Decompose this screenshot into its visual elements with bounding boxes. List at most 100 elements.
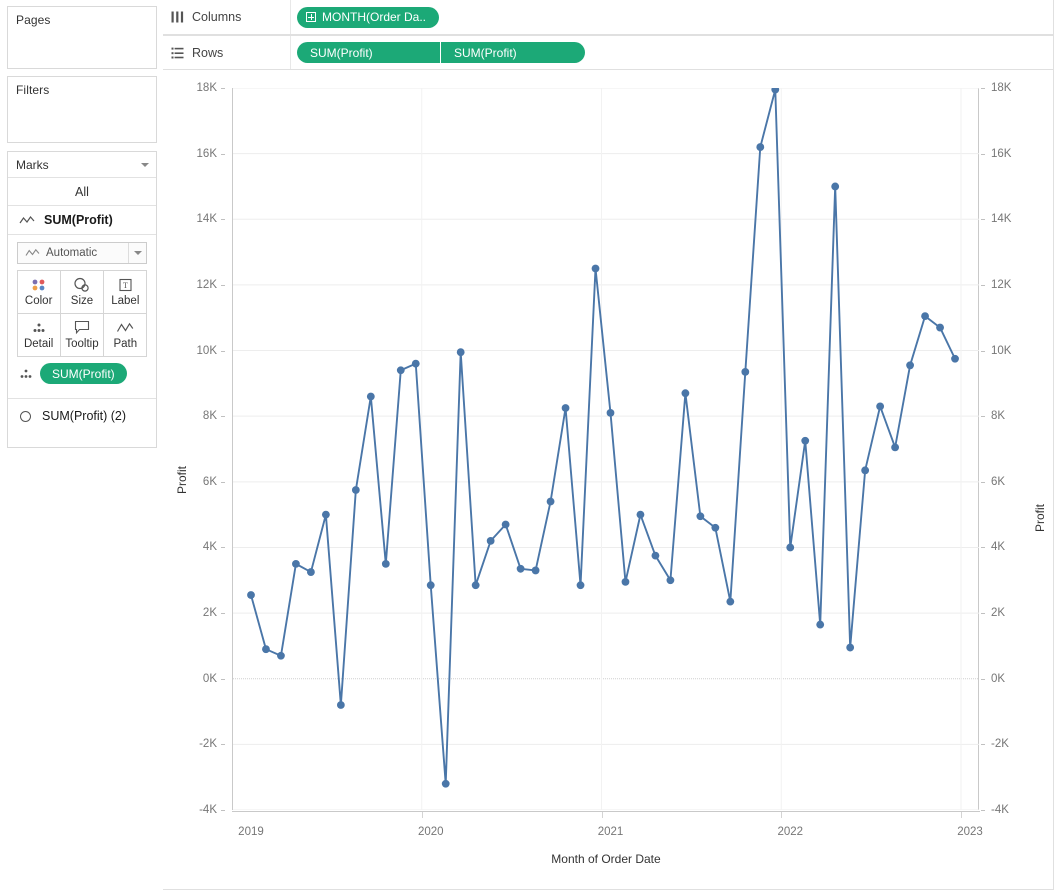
chevron-down-icon[interactable] (141, 162, 149, 167)
data-point (606, 409, 615, 417)
x-axis[interactable]: 2019 2020 2021 2022 2023 (232, 811, 983, 851)
columns-icon (171, 11, 184, 23)
data-point (651, 551, 660, 560)
chart-canvas[interactable]: 18K 16K 14K 12K 10K 8K 6K 4K 2K 0K -2K -4K Profit 1… (163, 70, 1054, 890)
rows-shelf[interactable]: Rows SUM(Profit) SUM(Profit) (163, 35, 1054, 70)
y-axis-tick-label: 10K (196, 344, 217, 357)
y-axis-left[interactable]: 18K 16K 14K 12K 10K 8K 6K 4K 2K 0K -2K -4K (163, 82, 225, 816)
marks-detail-pill[interactable]: SUM(Profit) (40, 363, 127, 384)
y-axis-tick-label: 16K (196, 147, 217, 160)
columns-shelf-content[interactable]: MONTH(Order Da.. (291, 6, 440, 28)
y-axis-tick-mark (221, 678, 225, 680)
y-axis-tick-mark (981, 416, 985, 418)
rows-shelf-content[interactable]: SUM(Profit) SUM(Profit) (291, 42, 585, 63)
rows-shelf-label: Rows (163, 36, 291, 69)
y-axis-tick-label: 4K (202, 541, 217, 554)
chevron-down-icon[interactable] (128, 243, 146, 263)
data-point (531, 566, 540, 575)
marks-card-all[interactable]: All (8, 177, 156, 205)
columns-shelf-label: Columns (163, 0, 291, 34)
x-axis-tick-mark (601, 812, 603, 818)
data-point (921, 312, 929, 320)
detail-pill-row: SUM(Profit) (17, 363, 147, 384)
circle-icon (20, 410, 31, 422)
rows-pill-pair: SUM(Profit) SUM(Profit) (297, 42, 585, 63)
size-icon (73, 276, 91, 293)
y-axis-tick-label: 2K (202, 607, 217, 620)
y-axis-tick-mark (221, 350, 225, 352)
data-point (711, 523, 720, 532)
x-axis-tick-mark (781, 812, 783, 818)
marks-card-sum-profit-2[interactable]: SUM(Profit) (2) (8, 398, 156, 433)
marks-card: Marks All SUM(Profit) Automatic Color Si… (7, 151, 157, 448)
columns-label-text: Columns (192, 10, 242, 24)
expand-plus-icon[interactable] (306, 12, 316, 22)
data-point (801, 436, 810, 445)
data-point (726, 597, 735, 606)
color-button-label: Color (24, 295, 53, 307)
y-axis-tick-label: 14K (991, 213, 1012, 226)
detail-button[interactable]: Detail (16, 312, 61, 357)
data-point (456, 348, 465, 357)
label-button[interactable]: T Label (103, 269, 148, 314)
pages-card[interactable]: Pages (7, 6, 157, 69)
y-axis-tick-mark (221, 284, 225, 286)
y-axis-tick-label: 14K (196, 213, 217, 226)
data-point (336, 701, 345, 709)
data-point (351, 486, 360, 494)
y-axis-tick-mark (981, 613, 985, 615)
y-axis-tick-mark (981, 481, 985, 483)
y-axis-tick-label: 2K (991, 607, 1006, 620)
pages-title: Pages (16, 13, 51, 27)
pill-month-order-date[interactable]: MONTH(Order Da.. (297, 6, 440, 28)
line-chart-svg (233, 88, 979, 810)
y-axis-left-title: Profit (175, 465, 190, 494)
data-point (666, 576, 675, 585)
data-point (426, 581, 435, 590)
x-axis-tick-label: 2023 (957, 826, 983, 838)
marks-second-label: SUM(Profit) (2) (42, 409, 127, 423)
data-point (951, 354, 959, 363)
columns-shelf[interactable]: Columns MONTH(Order Da.. (163, 0, 1054, 35)
x-axis-tick-label: 2022 (777, 826, 804, 838)
data-point (486, 536, 495, 545)
pill-sum-profit-1[interactable]: SUM(Profit) (297, 42, 441, 63)
y-axis-tick-mark (221, 153, 225, 155)
pill-sum-profit-2[interactable]: SUM(Profit) (441, 42, 585, 63)
path-button[interactable]: Path (103, 312, 148, 357)
data-point (471, 581, 480, 590)
mark-type-dropdown[interactable]: Automatic (17, 242, 147, 264)
y-axis-tick-mark (221, 613, 225, 615)
marks-card-sum-profit[interactable]: SUM(Profit) (8, 205, 156, 235)
data-point (786, 543, 795, 552)
x-axis-tick-mark (961, 812, 963, 818)
data-point (936, 323, 944, 332)
color-button[interactable]: Color (16, 269, 61, 314)
y-axis-right-title: Profit (1033, 503, 1047, 532)
y-axis-tick-label: 8K (991, 410, 1006, 423)
data-point (546, 497, 555, 506)
data-point (876, 402, 885, 411)
data-point (307, 568, 315, 576)
y-axis-right[interactable]: 18K 16K 14K 12K 10K 8K 6K 4K 2K 0K -2K -4K (981, 82, 1041, 816)
data-point (756, 143, 765, 151)
data-point (861, 466, 870, 475)
data-point (277, 651, 285, 660)
plot-area[interactable] (232, 88, 979, 810)
color-palette-icon (30, 276, 48, 293)
data-point (636, 510, 645, 519)
x-axis-tick-label: 2019 (238, 826, 264, 838)
size-button-label: Size (70, 295, 94, 307)
data-point (681, 389, 690, 398)
size-button[interactable]: Size (59, 269, 105, 314)
marks-all-label: All (75, 184, 89, 199)
svg-text:T: T (123, 280, 128, 289)
x-axis-tick-label: 2020 (417, 826, 444, 838)
filters-card[interactable]: Filters (7, 76, 157, 143)
y-axis-tick-label: 16K (991, 147, 1012, 160)
tooltip-button[interactable]: Tooltip (59, 312, 105, 357)
y-axis-tick-label: -4K (991, 804, 1009, 816)
data-point (591, 264, 600, 273)
y-axis-tick-label: 0K (202, 672, 217, 685)
data-point (906, 361, 914, 370)
